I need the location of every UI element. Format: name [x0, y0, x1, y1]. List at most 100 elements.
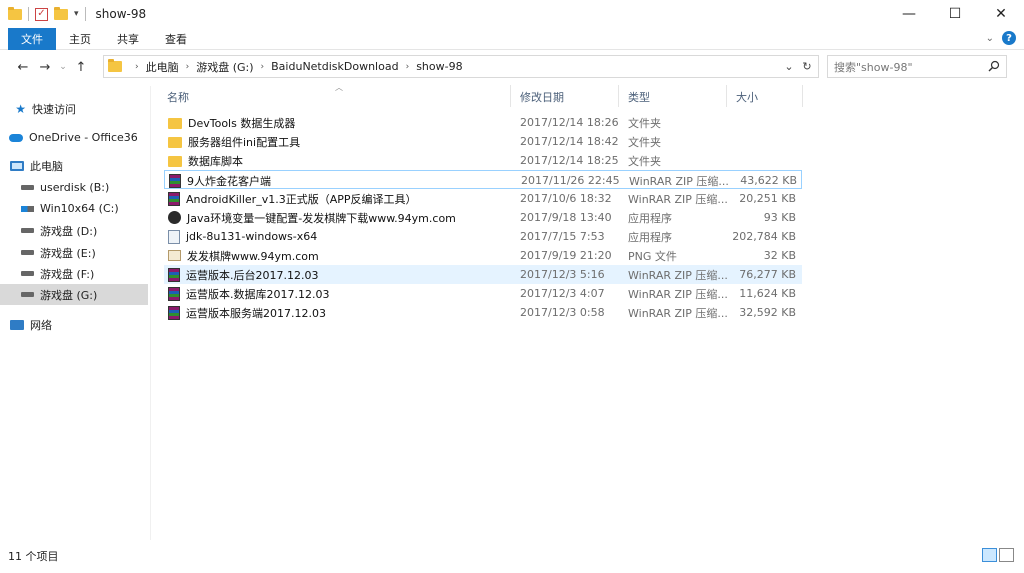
file-date: 2017/11/26 22:45: [521, 174, 620, 187]
breadcrumb-drive-g[interactable]: 游戏盘 (G:) ›: [196, 59, 271, 75]
large-icons-view-button[interactable]: [999, 548, 1014, 562]
file-row[interactable]: 运营版本服务端2017.12.03 2017/12/3 0:58 WinRAR …: [164, 303, 802, 322]
search-input[interactable]: 搜索"show-98": [827, 55, 1007, 78]
file-name: 运营版本.后台2017.12.03: [186, 268, 319, 282]
recent-locations-button[interactable]: ⌄: [56, 56, 70, 78]
nav-onedrive[interactable]: OneDrive - Office36: [0, 127, 148, 148]
file-name: 数据库脚本: [188, 154, 243, 168]
file-row[interactable]: 9人炸金花客户端 2017/11/26 22:45 WinRAR ZIP 压缩.…: [164, 170, 802, 189]
quick-access-toolbar: ✓ ▾ show-98: [0, 0, 146, 28]
expand-ribbon-icon[interactable]: ⌄: [986, 33, 994, 44]
item-count: 11 个项目: [8, 550, 59, 563]
file-size: 43,622 KB: [740, 174, 797, 187]
minimize-button[interactable]: —: [886, 0, 932, 28]
winrar-icon: [168, 286, 180, 301]
file-list: ︿ 名称 修改日期 类型 大小 DevTools 数据生成器 2017/12/1…: [160, 83, 1020, 320]
nav-this-pc[interactable]: 此电脑: [0, 155, 148, 176]
nav-label: 游戏盘 (E:): [40, 246, 96, 260]
column-type[interactable]: 类型: [628, 89, 650, 105]
chevron-right-icon: ›: [185, 61, 190, 72]
tab-home[interactable]: 主页: [56, 28, 104, 50]
properties-icon[interactable]: ✓: [35, 7, 48, 21]
file-row[interactable]: 数据库脚本 2017/12/14 18:25 文件夹: [164, 151, 802, 170]
breadcrumb-current[interactable]: show-98: [416, 60, 462, 73]
installer-icon: [168, 229, 180, 244]
winrar-icon: [169, 173, 181, 188]
new-folder-icon[interactable]: [54, 6, 68, 20]
toolbar-separator: [28, 7, 29, 21]
nav-drive-c[interactable]: Win10x64 (C:): [0, 198, 148, 219]
file-row[interactable]: 发发棋牌www.94ym.com 2017/9/19 21:20 PNG 文件 …: [164, 246, 802, 265]
maximize-button[interactable]: ☐: [932, 0, 978, 28]
file-date: 2017/12/14 18:42: [520, 135, 619, 148]
file-type: 应用程序: [628, 211, 672, 225]
column-headers: ︿ 名称 修改日期 类型 大小: [160, 83, 1020, 109]
forward-button[interactable]: →: [34, 56, 56, 78]
file-row[interactable]: 运营版本.数据库2017.12.03 2017/12/3 4:07 WinRAR…: [164, 284, 802, 303]
refresh-icon[interactable]: ↻: [798, 60, 816, 73]
nav-drive-b[interactable]: userdisk (B:): [0, 177, 148, 198]
file-size: 11,624 KB: [739, 287, 796, 300]
file-size: 76,277 KB: [739, 268, 796, 281]
file-size: 202,784 KB: [732, 230, 796, 243]
column-divider[interactable]: [510, 85, 511, 107]
nav-label: OneDrive - Office36: [29, 131, 138, 144]
drive-icon: [21, 250, 34, 255]
address-history-icon[interactable]: ⌄: [780, 60, 798, 73]
file-size: [736, 151, 796, 170]
column-divider[interactable]: [802, 85, 803, 107]
file-row[interactable]: 运营版本.后台2017.12.03 2017/12/3 5:16 WinRAR …: [164, 265, 802, 284]
drive-icon: [21, 292, 34, 297]
tab-share[interactable]: 共享: [104, 28, 152, 50]
folder-icon: [108, 59, 122, 72]
file-name: 运营版本服务端2017.12.03: [186, 306, 326, 320]
nav-drive-g[interactable]: 游戏盘 (G:): [0, 284, 148, 305]
toolbar-separator: [84, 7, 86, 21]
image-icon: [168, 250, 181, 261]
file-type: WinRAR ZIP 压缩...: [628, 268, 728, 282]
column-size[interactable]: 大小: [736, 89, 758, 105]
file-row[interactable]: AndroidKiller_v1.3正式版（APP反编译工具） 2017/10/…: [164, 189, 802, 208]
nav-label: userdisk (B:): [40, 181, 110, 194]
column-divider[interactable]: [726, 85, 727, 107]
tab-view[interactable]: 查看: [152, 28, 200, 50]
nav-network[interactable]: 网络: [0, 314, 148, 335]
nav-label: 快速访问: [32, 102, 76, 116]
file-date: 2017/12/3 4:07: [520, 287, 605, 300]
file-row[interactable]: DevTools 数据生成器 2017/12/14 18:26 文件夹: [164, 113, 802, 132]
file-row[interactable]: jdk-8u131-windows-x64 2017/7/15 7:53 应用程…: [164, 227, 802, 246]
search-placeholder: 搜索"show-98": [834, 60, 913, 74]
file-row[interactable]: Java环境变量一键配置-发发棋牌下载www.94ym.com 2017/9/1…: [164, 208, 802, 227]
folder-icon: [168, 137, 182, 148]
nav-drive-f[interactable]: 游戏盘 (F:): [0, 263, 148, 284]
file-type: WinRAR ZIP 压缩...: [628, 306, 728, 320]
nav-label: 此电脑: [30, 159, 63, 173]
column-date[interactable]: 修改日期: [520, 89, 564, 105]
breadcrumb-baidu[interactable]: BaiduNetdiskDownload ›: [271, 60, 416, 73]
help-icon[interactable]: ?: [1002, 31, 1016, 45]
file-type: WinRAR ZIP 压缩...: [629, 174, 729, 188]
tab-file[interactable]: 文件: [8, 27, 56, 50]
nav-label: Win10x64 (C:): [40, 202, 119, 215]
window-title: show-98: [95, 7, 147, 21]
close-button[interactable]: ✕: [978, 0, 1024, 28]
address-bar[interactable]: › 此电脑 › 游戏盘 (G:) › BaiduNetdiskDownload › s…: [103, 55, 819, 78]
column-name[interactable]: 名称: [167, 89, 189, 105]
back-button[interactable]: ←: [12, 56, 34, 78]
nav-quick-access[interactable]: ★ 快速访问: [0, 98, 148, 119]
file-type: 应用程序: [628, 230, 672, 244]
file-date: 2017/7/15 7:53: [520, 230, 605, 243]
column-divider[interactable]: [618, 85, 619, 107]
breadcrumb-this-pc[interactable]: 此电脑 ›: [146, 59, 197, 75]
up-button[interactable]: ↑: [70, 56, 92, 78]
app-icon: [168, 211, 181, 224]
details-view-button[interactable]: [982, 548, 997, 562]
file-row[interactable]: 服务器组件ini配置工具 2017/12/14 18:42 文件夹: [164, 132, 802, 151]
nav-drive-d[interactable]: 游戏盘 (D:): [0, 220, 148, 241]
winrar-icon: [168, 191, 180, 206]
chevron-right-icon: ›: [135, 61, 139, 72]
nav-drive-e[interactable]: 游戏盘 (E:): [0, 242, 148, 263]
pane-divider[interactable]: [150, 86, 151, 540]
customize-toolbar-icon[interactable]: ▾: [74, 9, 79, 19]
file-size: 32,592 KB: [739, 306, 796, 319]
